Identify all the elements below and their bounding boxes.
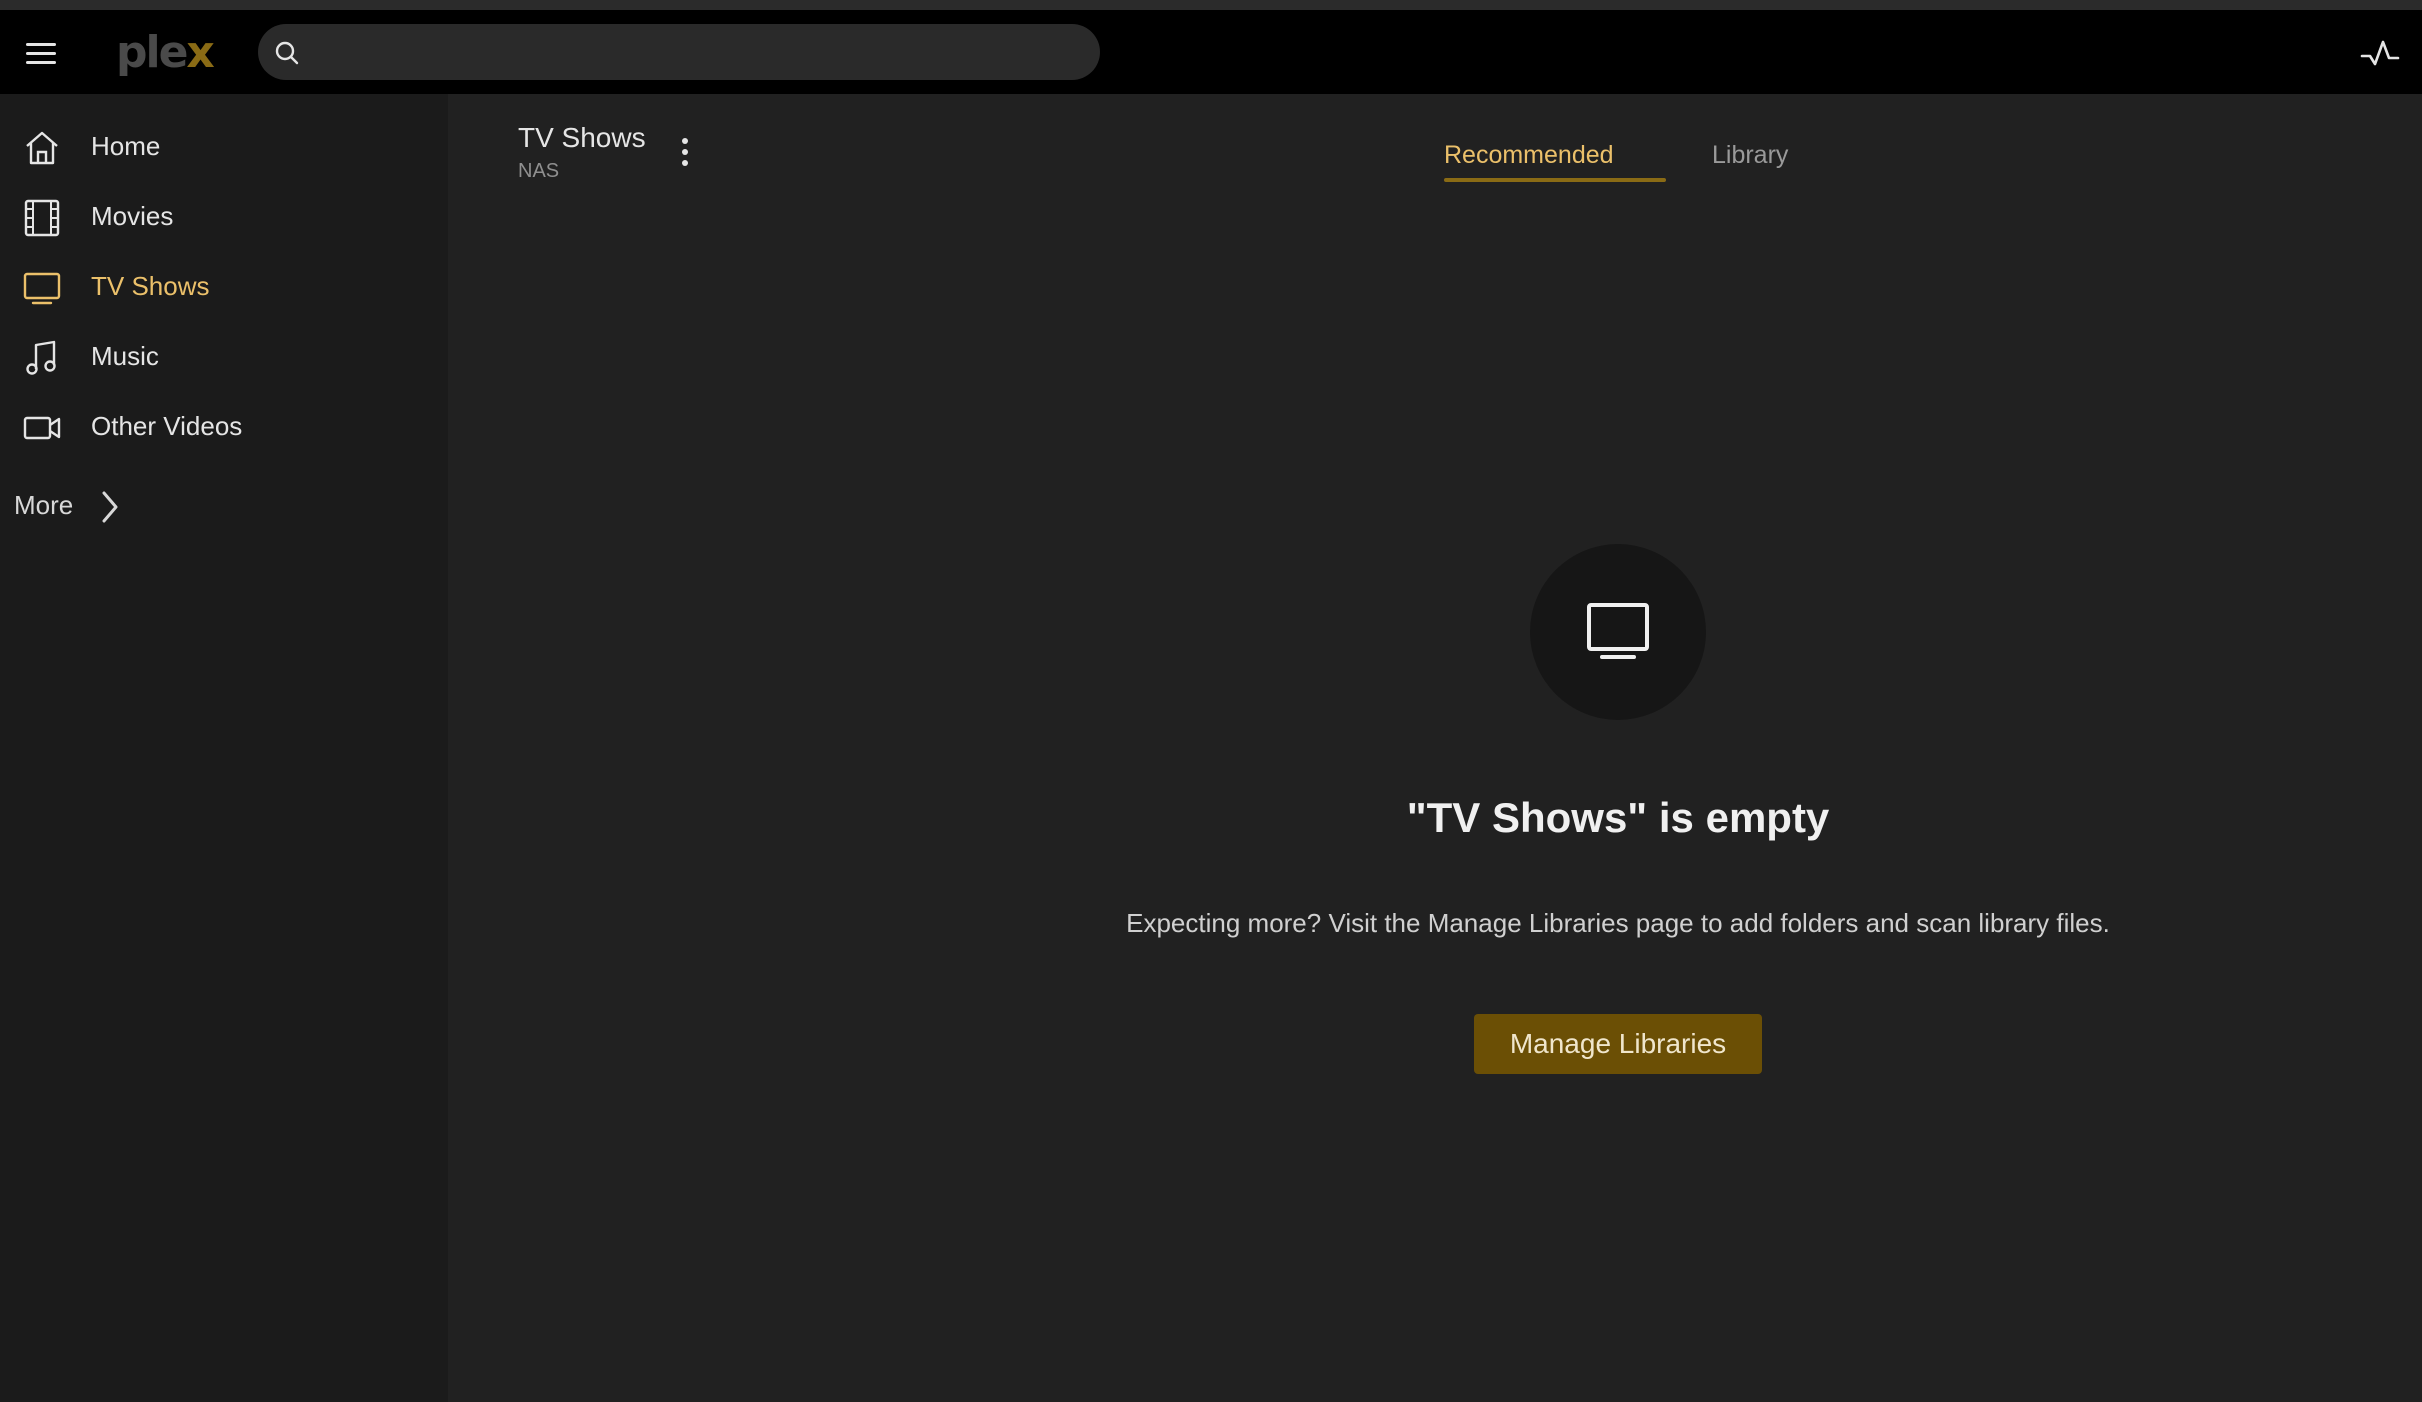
empty-state-description: Expecting more? Visit the Manage Librari… [1126,908,2110,938]
plex-logo[interactable]: plex [116,27,215,78]
tab-recommended[interactable]: Recommended [1444,140,1614,170]
top-bar: plex [0,10,2422,94]
tab-library[interactable]: Library [1712,140,1788,170]
sidebar-more-label: More [14,490,74,520]
more-options-icon[interactable] [670,132,700,172]
search-icon [275,41,299,65]
main-content: TV Shows NAS Recommended Library "TV Sho… [448,94,2422,1402]
sidebar-item-label: Movies [91,201,174,231]
manage-libraries-button[interactable]: Manage Libraries [1474,1014,1762,1074]
sidebar-item-tv-shows[interactable]: TV Shows [0,254,448,318]
window-top-strip [0,0,2422,10]
sidebar-item-movies[interactable]: Movies [0,184,448,248]
logo-text-main: ple [116,27,188,78]
page-title: TV Shows [518,122,646,153]
sidebar: Home Movies TV Shows Music Other Videos … [0,94,448,1402]
sidebar-item-label: TV Shows [91,271,210,301]
home-icon [26,131,58,165]
sidebar-item-label: Music [91,341,159,371]
video-camera-icon [23,416,61,440]
film-icon [24,199,60,237]
search-bar[interactable] [258,24,1100,80]
search-input[interactable] [314,32,1074,72]
tv-icon [1587,603,1649,659]
activity-icon[interactable] [2358,34,2402,74]
tv-icon [23,272,61,305]
empty-state-title: "TV Shows" is empty [1406,794,1830,841]
menu-icon[interactable] [22,40,62,66]
sidebar-item-label: Home [91,131,161,161]
sidebar-item-label: Other Videos [91,411,243,441]
sidebar-item-home[interactable]: Home [0,114,448,178]
empty-state-badge [1530,544,1706,720]
library-server-name: NAS [518,160,560,182]
logo-text-accent: x [186,27,214,78]
active-tab-indicator [1444,178,1666,182]
chevron-right-icon [102,491,118,523]
sidebar-item-other-videos[interactable]: Other Videos [0,394,448,458]
sidebar-item-music[interactable]: Music [0,324,448,388]
music-note-icon [26,340,56,375]
